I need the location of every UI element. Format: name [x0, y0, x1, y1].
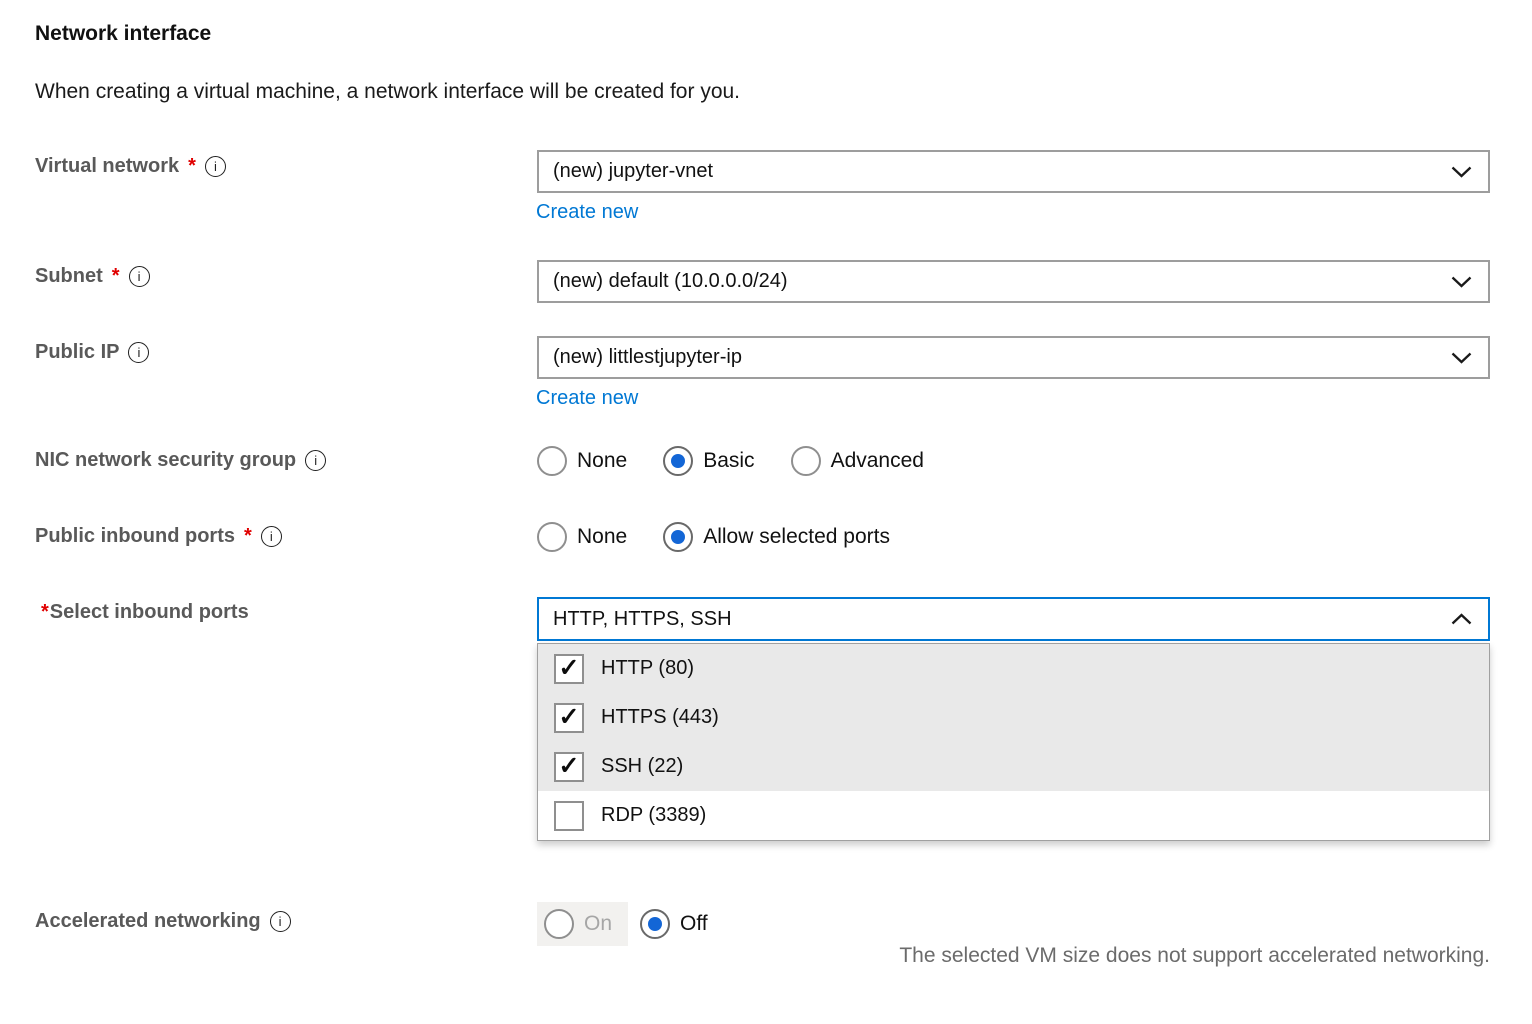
public-inbound-ports-option-none[interactable]: None	[537, 522, 627, 552]
public-inbound-ports-radio-group: None Allow selected ports	[537, 522, 890, 552]
page-description: When creating a virtual machine, a netwo…	[35, 80, 740, 104]
required-asterisk: *	[41, 601, 49, 624]
subnet-value: (new) default (10.0.0.0/24)	[553, 270, 1451, 293]
info-icon[interactable]: i	[305, 450, 326, 471]
virtual-network-value: (new) jupyter-vnet	[553, 160, 1451, 183]
required-asterisk: *	[112, 265, 120, 288]
checkbox-checked: ✓	[554, 654, 584, 684]
radio-button-selected	[663, 446, 693, 476]
accelerated-networking-radio-group: On Off	[537, 902, 708, 946]
info-icon[interactable]: i	[128, 342, 149, 363]
accelerated-networking-option-off[interactable]: Off	[640, 909, 708, 939]
chevron-down-icon	[1451, 166, 1472, 178]
nic-nsg-option-basic[interactable]: Basic	[663, 446, 754, 476]
select-inbound-ports-combobox[interactable]: HTTP, HTTPS, SSH	[537, 597, 1490, 641]
virtual-network-select[interactable]: (new) jupyter-vnet	[537, 150, 1490, 193]
inbound-port-option-http[interactable]: ✓ HTTP (80)	[538, 644, 1489, 693]
accelerated-networking-note: The selected VM size does not support ac…	[537, 944, 1490, 968]
info-icon[interactable]: i	[205, 156, 226, 177]
radio-button-selected	[640, 909, 670, 939]
accelerated-networking-label: Accelerated networking i	[35, 910, 291, 933]
radio-button	[537, 446, 567, 476]
network-interface-section: Network interface When creating a virtua…	[0, 0, 1532, 1024]
checkbox-unchecked	[554, 801, 584, 831]
public-ip-select[interactable]: (new) littlestjupyter-ip	[537, 336, 1490, 379]
page-title: Network interface	[35, 22, 211, 46]
inbound-port-option-https[interactable]: ✓ HTTPS (443)	[538, 693, 1489, 742]
public-ip-create-new-link[interactable]: Create new	[536, 387, 638, 410]
nic-nsg-radio-group: None Basic Advanced	[537, 446, 924, 476]
radio-button-selected	[663, 522, 693, 552]
checkbox-checked: ✓	[554, 752, 584, 782]
subnet-select[interactable]: (new) default (10.0.0.0/24)	[537, 260, 1490, 303]
inbound-port-option-rdp[interactable]: RDP (3389)	[538, 791, 1489, 840]
info-icon[interactable]: i	[270, 911, 291, 932]
nic-nsg-option-none[interactable]: None	[537, 446, 627, 476]
chevron-down-icon	[1451, 352, 1472, 364]
public-ip-value: (new) littlestjupyter-ip	[553, 346, 1451, 369]
public-inbound-ports-option-allow-selected[interactable]: Allow selected ports	[663, 522, 890, 552]
select-inbound-ports-value: HTTP, HTTPS, SSH	[553, 608, 1451, 631]
nic-nsg-label: NIC network security group i	[35, 449, 326, 472]
chevron-down-icon	[1451, 276, 1472, 288]
radio-button	[537, 522, 567, 552]
radio-button-disabled	[544, 909, 574, 939]
select-inbound-ports-label: * Select inbound ports	[41, 601, 249, 624]
public-ip-label: Public IP i	[35, 341, 149, 364]
accelerated-networking-option-on-disabled: On	[537, 902, 628, 946]
subnet-label: Subnet * i	[35, 265, 150, 288]
inbound-ports-dropdown-panel: ✓ HTTP (80) ✓ HTTPS (443) ✓ SSH (22) RDP…	[537, 643, 1490, 841]
public-inbound-ports-label: Public inbound ports * i	[35, 525, 282, 548]
nic-nsg-option-advanced[interactable]: Advanced	[791, 446, 924, 476]
chevron-up-icon	[1451, 613, 1472, 625]
required-asterisk: *	[244, 525, 252, 548]
checkbox-checked: ✓	[554, 703, 584, 733]
info-icon[interactable]: i	[129, 266, 150, 287]
info-icon[interactable]: i	[261, 526, 282, 547]
required-asterisk: *	[188, 155, 196, 178]
radio-button	[791, 446, 821, 476]
virtual-network-create-new-link[interactable]: Create new	[536, 201, 638, 224]
inbound-port-option-ssh[interactable]: ✓ SSH (22)	[538, 742, 1489, 791]
virtual-network-label: Virtual network * i	[35, 155, 226, 178]
